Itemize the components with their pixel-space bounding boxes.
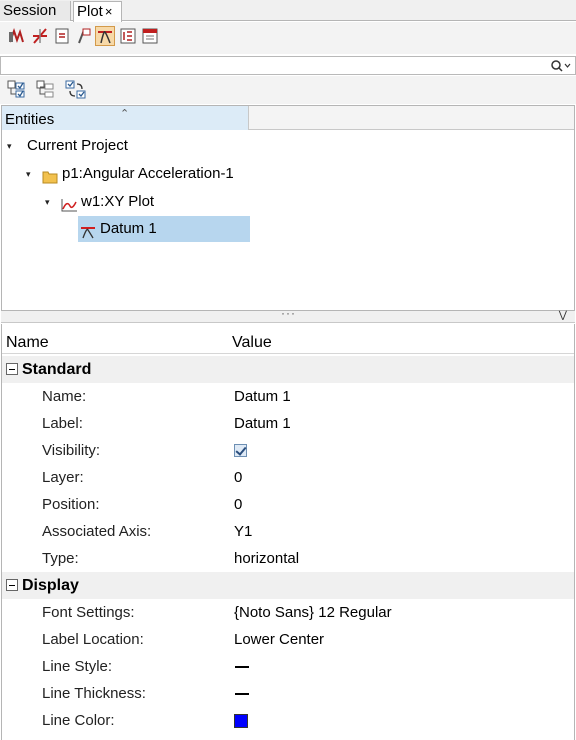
- property-row-line-color[interactable]: Line Color:: [2, 707, 574, 734]
- collapse-group-icon[interactable]: [6, 363, 18, 375]
- panel-splitter[interactable]: ··· ⋁: [1, 306, 575, 323]
- property-value[interactable]: 0: [234, 491, 242, 518]
- tree-item-label: p1:Angular Acceleration-1: [62, 165, 234, 182]
- property-value[interactable]: Lower Center: [234, 626, 324, 653]
- tree-item-label: Datum 1: [100, 220, 157, 237]
- search-input[interactable]: [1, 57, 541, 74]
- property-name: Line Thickness:: [42, 685, 146, 702]
- property-name: Line Style:: [42, 658, 113, 675]
- splitter-grip-icon: ···: [281, 306, 296, 320]
- search-bar: [0, 56, 576, 75]
- group-standard[interactable]: Standard: [2, 356, 574, 383]
- property-header: Name Value: [2, 324, 574, 354]
- datum-icon: [80, 222, 96, 239]
- folder-icon: [42, 167, 58, 184]
- expand-all-icon[interactable]: [7, 79, 27, 99]
- property-value[interactable]: Datum 1: [234, 383, 291, 410]
- note-tool-icon[interactable]: [74, 26, 94, 46]
- plot-toolbar: [0, 22, 576, 54]
- sync-selection-icon[interactable]: [65, 79, 86, 99]
- tab-plot-label: Plot: [77, 3, 103, 20]
- property-row-type[interactable]: Type: horizontal: [2, 545, 574, 572]
- collapse-group-icon[interactable]: [6, 579, 18, 591]
- group-label: Display: [22, 577, 79, 594]
- name-column-header[interactable]: Name: [6, 334, 49, 352]
- property-value[interactable]: Datum 1: [234, 410, 291, 437]
- close-icon[interactable]: ×: [105, 4, 113, 19]
- group-display[interactable]: Display: [2, 572, 574, 599]
- tab-session[interactable]: Session: [0, 1, 71, 21]
- collapse-panel-icon[interactable]: ⋁: [559, 310, 567, 321]
- page-tool-icon[interactable]: [52, 26, 72, 46]
- tree-item-project[interactable]: ▾ Current Project: [2, 133, 302, 159]
- entities-header-label: Entities: [5, 111, 55, 128]
- property-value[interactable]: Y1: [234, 518, 252, 545]
- property-name: Type:: [42, 550, 79, 567]
- property-name: Name:: [42, 388, 87, 405]
- property-name: Associated Axis:: [42, 523, 152, 540]
- property-row-font-settings[interactable]: Font Settings: {Noto Sans} 12 Regular: [2, 599, 574, 626]
- expand-caret-icon[interactable]: ▾: [7, 133, 12, 159]
- line-thickness-swatch-icon[interactable]: [235, 693, 249, 695]
- tree-item-label: w1:XY Plot: [81, 193, 155, 210]
- tree-item-label: Current Project: [27, 137, 128, 154]
- tree-item-page[interactable]: ▾ p1:Angular Acceleration-1: [2, 161, 302, 187]
- line-style-swatch-icon[interactable]: [235, 666, 249, 668]
- property-name: Font Settings:: [42, 604, 135, 621]
- axis-tool-icon[interactable]: [30, 26, 50, 46]
- property-row-visibility[interactable]: Visibility:: [2, 437, 574, 464]
- property-name: Visibility:: [42, 442, 101, 459]
- property-name: Label Location:: [42, 631, 144, 648]
- tab-plot[interactable]: Plot ×: [73, 1, 122, 22]
- property-row-label[interactable]: Label: Datum 1: [2, 410, 574, 437]
- datum-tool-icon[interactable]: [95, 26, 115, 46]
- expand-caret-icon[interactable]: ▾: [45, 189, 50, 215]
- line-color-swatch[interactable]: [234, 714, 248, 728]
- property-name: Label:: [42, 415, 83, 432]
- tree-item-window[interactable]: ▾ w1:XY Plot: [2, 189, 302, 215]
- value-column-header[interactable]: Value: [232, 334, 272, 352]
- tree-header: ⌃ Entities: [2, 106, 574, 130]
- curve-tool-icon[interactable]: [7, 26, 27, 46]
- entity-tree: ⌃ Entities ▾ Current Project ▾ p1:Angula…: [1, 105, 575, 311]
- property-panel: Name Value Standard Name: Datum 1 Label:…: [1, 324, 575, 740]
- sort-ascending-icon: ⌃: [120, 108, 130, 120]
- search-icon[interactable]: [549, 58, 571, 74]
- property-row-associated-axis[interactable]: Associated Axis: Y1: [2, 518, 574, 545]
- header-tool-icon[interactable]: [140, 26, 160, 46]
- xy-plot-icon: [60, 195, 78, 212]
- entities-column-header[interactable]: ⌃ Entities: [2, 106, 249, 130]
- group-label: Standard: [22, 361, 92, 378]
- property-row-line-thickness[interactable]: Line Thickness:: [2, 680, 574, 707]
- tree-toolbar: [0, 76, 576, 104]
- property-row-position[interactable]: Position: 0: [2, 491, 574, 518]
- legend-tool-icon[interactable]: [118, 26, 138, 46]
- visibility-checkbox[interactable]: [234, 444, 247, 457]
- collapse-all-icon[interactable]: [36, 79, 56, 99]
- tree-item-datum[interactable]: Datum 1: [78, 216, 250, 242]
- property-value[interactable]: {Noto Sans} 12 Regular: [234, 599, 392, 626]
- property-row-label-location[interactable]: Label Location: Lower Center: [2, 626, 574, 653]
- property-row-name[interactable]: Name: Datum 1: [2, 383, 574, 410]
- expand-caret-icon[interactable]: ▾: [26, 161, 31, 187]
- property-value[interactable]: horizontal: [234, 545, 299, 572]
- property-name: Layer:: [42, 469, 84, 486]
- property-row-layer[interactable]: Layer: 0: [2, 464, 574, 491]
- property-value[interactable]: 0: [234, 464, 242, 491]
- property-name: Line Color:: [42, 712, 115, 729]
- property-name: Position:: [42, 496, 100, 513]
- property-row-line-style[interactable]: Line Style:: [2, 653, 574, 680]
- tab-bar: Session Plot ×: [0, 0, 576, 22]
